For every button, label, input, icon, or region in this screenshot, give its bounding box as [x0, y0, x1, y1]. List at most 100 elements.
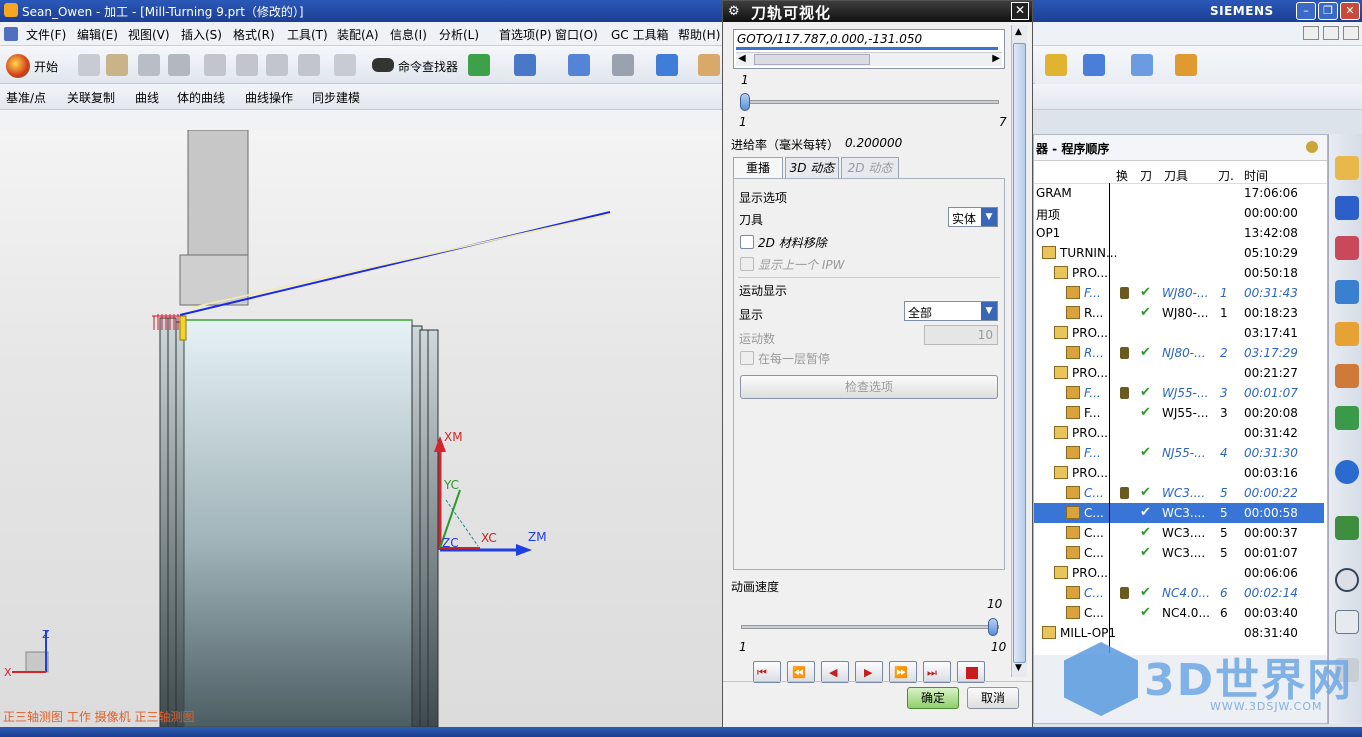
- curve-operation-menu[interactable]: 曲线操作: [245, 89, 293, 106]
- table-row[interactable]: GRAM 17:06:06: [1034, 183, 1324, 203]
- assembly-nav-icon[interactable]: [1335, 156, 1359, 180]
- play-reverse-button[interactable]: ◀: [821, 661, 849, 683]
- menu-gc-toolbox[interactable]: GC 工具箱: [611, 26, 669, 43]
- minimize-button[interactable]: –: [1296, 2, 1316, 20]
- fit-icon[interactable]: [568, 54, 590, 76]
- cut-icon[interactable]: [204, 54, 226, 76]
- machine-tool-icon[interactable]: [1335, 322, 1359, 346]
- table-row[interactable]: C... ✔ WC3.... 5 00:01:07: [1034, 543, 1324, 563]
- col-tool[interactable]: 刀具: [1164, 167, 1188, 184]
- refresh-icon[interactable]: [468, 54, 490, 76]
- inner-restore-button[interactable]: [1323, 26, 1339, 40]
- table-row[interactable]: C... ✔ WC3.... 5 00:00:22: [1034, 483, 1324, 503]
- step-back-button[interactable]: ⏪: [787, 661, 815, 683]
- table-row[interactable]: F... ✔ WJ55-... 3 00:20:08: [1034, 403, 1324, 423]
- table-row[interactable]: PRO... 00:06:06: [1034, 563, 1324, 583]
- grid-icon[interactable]: [1131, 54, 1153, 76]
- play-button[interactable]: ▶: [855, 661, 883, 683]
- table-row[interactable]: PRO... 00:31:42: [1034, 423, 1324, 443]
- palette-icon[interactable]: [1335, 406, 1359, 430]
- menu-analysis[interactable]: 分析(L): [439, 26, 479, 43]
- table-row[interactable]: PRO... 00:21:27: [1034, 363, 1324, 383]
- undo-icon[interactable]: [334, 54, 356, 76]
- anim-speed-slider[interactable]: [741, 625, 999, 629]
- table-row[interactable]: PRO... 00:03:16: [1034, 463, 1324, 483]
- table-row[interactable]: C... ✔ NC4.0... 6 00:03:40: [1034, 603, 1324, 623]
- chevron-down-icon[interactable]: ▼: [981, 208, 997, 226]
- associative-copy-menu[interactable]: 关联复制: [67, 89, 115, 106]
- menu-assembly[interactable]: 装配(A): [337, 26, 379, 43]
- binoculars-icon[interactable]: [372, 58, 394, 72]
- cube-icon[interactable]: [656, 54, 678, 76]
- table-row[interactable]: C... ✔ WC3.... 5 00:00:37: [1034, 523, 1324, 543]
- tab-3d-dynamic[interactable]: 3D 动态: [785, 157, 839, 179]
- step-slider-thumb[interactable]: [740, 93, 750, 111]
- command-finder-button[interactable]: 命令查找器: [398, 58, 458, 75]
- start-button[interactable]: 开始: [34, 58, 58, 75]
- synchronous-modeling-menu[interactable]: 同步建模: [312, 89, 360, 106]
- goto-listbox[interactable]: GOTO/117.787,0.000,-131.050 ◀ ▶: [733, 29, 1005, 69]
- body-curve-menu[interactable]: 体的曲线: [177, 89, 225, 106]
- goto-line[interactable]: GOTO/117.787,0.000,-131.050: [737, 32, 922, 46]
- gear-icon[interactable]: ⚙: [728, 4, 740, 19]
- web-browser-icon[interactable]: [1335, 516, 1359, 540]
- step-slider[interactable]: [741, 100, 999, 104]
- datum-point-menu[interactable]: 基准/点: [6, 89, 46, 106]
- history-clock-icon[interactable]: [1335, 568, 1359, 592]
- table-row[interactable]: C... ✔ NC4.0... 6 00:02:14: [1034, 583, 1324, 603]
- new-icon[interactable]: [78, 54, 100, 76]
- table-row[interactable]: TURNIN... 05:10:29: [1034, 243, 1324, 263]
- table-row[interactable]: F... ✔ NJ55-... 4 00:31:30: [1034, 443, 1324, 463]
- menu-view[interactable]: 视图(V): [128, 26, 170, 43]
- save-icon[interactable]: [138, 54, 160, 76]
- constraint-nav-icon[interactable]: [1335, 196, 1359, 220]
- print-icon[interactable]: [168, 54, 190, 76]
- tool-icon[interactable]: [1045, 54, 1067, 76]
- menu-format[interactable]: 格式(R): [233, 26, 275, 43]
- table-row[interactable]: F... ✔ WJ80-... 1 00:31:43: [1034, 283, 1324, 303]
- menu-insert[interactable]: 插入(S): [181, 26, 222, 43]
- part-nav-icon[interactable]: [1335, 236, 1359, 260]
- curve-menu[interactable]: 曲线: [135, 89, 159, 106]
- diamond-icon[interactable]: [1083, 54, 1105, 76]
- menu-file[interactable]: 文件(F): [26, 26, 66, 43]
- col-change[interactable]: 换: [1116, 167, 1128, 184]
- goto-hscrollbar[interactable]: ◀ ▶: [736, 52, 1002, 66]
- start-icon[interactable]: [6, 54, 30, 78]
- anim-speed-thumb[interactable]: [988, 618, 998, 636]
- menu-info[interactable]: 信息(I): [390, 26, 427, 43]
- menu-icon[interactable]: [4, 27, 18, 41]
- col-tool-number[interactable]: 刀.: [1218, 167, 1234, 184]
- col-time[interactable]: 时间: [1244, 167, 1268, 184]
- render-style-icon[interactable]: [612, 54, 634, 76]
- table-row[interactable]: PRO... 00:50:18: [1034, 263, 1324, 283]
- chevron-down-icon[interactable]: ▼: [981, 302, 997, 320]
- menu-preferences[interactable]: 首选项(P): [499, 26, 552, 43]
- graphics-viewport[interactable]: XM YC ZM XC ZC Z X 正三轴测图 工作 摄像机 正三轴测图: [0, 130, 722, 727]
- measure-icon[interactable]: [1175, 54, 1197, 76]
- cancel-button[interactable]: 取消: [967, 687, 1019, 709]
- system-materials-icon[interactable]: [1335, 610, 1359, 634]
- inner-minimize-button[interactable]: [1303, 26, 1319, 40]
- dialog-vscrollbar[interactable]: ▲ ▼: [1011, 25, 1027, 677]
- display-mode-select[interactable]: 全部 ▼: [904, 301, 998, 321]
- info-web-icon[interactable]: [1335, 460, 1359, 484]
- maximize-button[interactable]: ❐: [1318, 2, 1338, 20]
- copy-icon[interactable]: [236, 54, 258, 76]
- layer-icon[interactable]: [698, 54, 720, 76]
- menu-edit[interactable]: 编辑(E): [77, 26, 118, 43]
- stop-button[interactable]: [957, 661, 985, 683]
- inner-close-button[interactable]: [1343, 26, 1359, 40]
- go-end-button[interactable]: ⏭: [923, 661, 951, 683]
- paste-icon[interactable]: [266, 54, 288, 76]
- info-icon[interactable]: [514, 54, 536, 76]
- table-row[interactable]: PRO... 03:17:41: [1034, 323, 1324, 343]
- table-row[interactable]: R... ✔ WJ80-... 1 00:18:23: [1034, 303, 1324, 323]
- menu-tools[interactable]: 工具(T): [287, 26, 328, 43]
- tab-replay[interactable]: 重播: [733, 157, 783, 179]
- dialog-close-icon[interactable]: ✕: [1011, 2, 1029, 20]
- table-row[interactable]: F... ✔ WJ55-... 3 00:01:07: [1034, 383, 1324, 403]
- operation-nav-icon[interactable]: [1335, 280, 1359, 304]
- ok-button[interactable]: 确定: [907, 687, 959, 709]
- tool-display-select[interactable]: 实体 ▼: [948, 207, 998, 227]
